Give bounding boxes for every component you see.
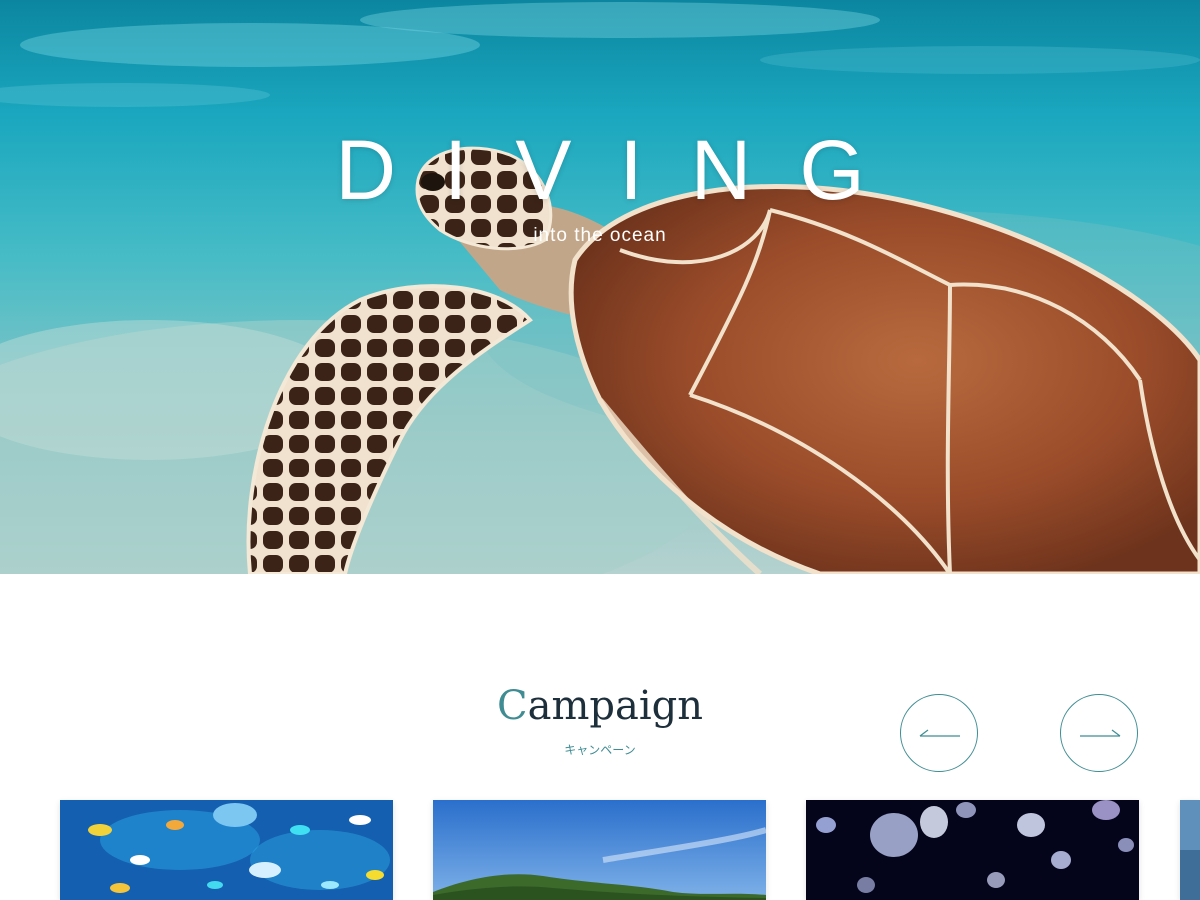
campaign-card[interactable] (1180, 800, 1200, 900)
jellyfish-photo (806, 800, 1139, 900)
campaign-card[interactable] (806, 800, 1139, 900)
hero-subtitle: into the ocean (533, 225, 667, 246)
island-sky-photo (433, 800, 766, 900)
hero-title: DIVING (335, 123, 913, 217)
campaign-card[interactable] (60, 800, 393, 900)
ocean-photo (1180, 800, 1200, 900)
sea-turtle-photo (0, 0, 1200, 574)
next-slide-button[interactable] (1060, 694, 1138, 772)
campaign-subtitle: キャンペーン (564, 743, 636, 757)
campaign-title-rest: ampaign (527, 683, 703, 729)
arrow-left-icon (919, 729, 960, 737)
page: DIVING into the ocean Campaign キャンペーン (0, 0, 1200, 900)
campaign-card[interactable] (433, 800, 766, 900)
campaign-title-initial: C (497, 683, 528, 729)
prev-slide-button[interactable] (900, 694, 978, 772)
tropical-fish-photo (60, 800, 393, 900)
hero-section: DIVING into the ocean (0, 0, 1200, 574)
campaign-title: Campaign (0, 686, 1200, 726)
arrow-right-icon (1080, 729, 1121, 737)
